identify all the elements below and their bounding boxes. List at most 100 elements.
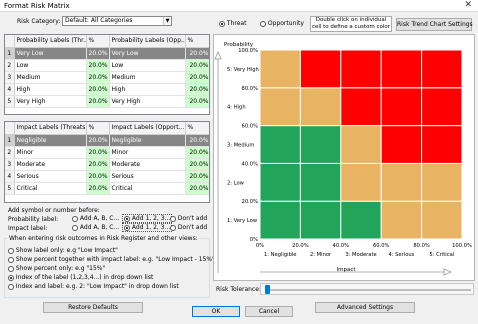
opportunity-percent-cell[interactable]: 20.0%	[185, 83, 209, 96]
opportunity-label-cell[interactable]: Negligible	[109, 134, 186, 147]
opportunity-percent-cell[interactable]: 20.0%	[185, 182, 209, 195]
matrix-cell[interactable]	[299, 49, 342, 89]
threat-label-cell[interactable]: Moderate	[14, 158, 87, 171]
table-row[interactable]: 3 Medium 20.0% Medium 20.0%	[5, 71, 209, 84]
radio-button[interactable]	[124, 215, 130, 222]
probability-add-letters-option[interactable]: Add A, B, C...	[72, 215, 119, 222]
matrix-cell[interactable]	[421, 49, 463, 89]
opportunity-radio[interactable]: Opportunity	[260, 20, 304, 27]
column-header[interactable]: %	[185, 35, 209, 48]
impact-add-letters-option[interactable]: Add A, B, C...	[72, 224, 119, 231]
threat-percent-cell[interactable]: 20.0%	[86, 170, 110, 183]
matrix-cell[interactable]	[299, 87, 342, 127]
risk-trend-chart-settings-button[interactable]: Risk Trend Chart Settings	[396, 18, 473, 31]
impact-add-numbers-option[interactable]: Add 1, 2, 3...	[122, 223, 173, 232]
matrix-cell[interactable]	[421, 162, 463, 202]
radio-button[interactable]	[8, 283, 14, 290]
threat-percent-cell[interactable]: 20.0%	[86, 158, 110, 171]
threat-percent-cell[interactable]: 20.0%	[86, 59, 110, 72]
radio-button[interactable]	[8, 274, 14, 281]
outcome-option[interactable]: Show percent together with impact label:…	[8, 256, 215, 263]
matrix-cell[interactable]	[380, 200, 423, 240]
opportunity-label-cell[interactable]: Serious	[109, 170, 186, 183]
radio-button[interactable]	[8, 265, 14, 272]
outcome-option[interactable]: Show percent only: e.g "15%"	[8, 265, 105, 272]
threat-radio-button[interactable]	[219, 20, 225, 27]
matrix-cell[interactable]	[299, 162, 342, 202]
threat-percent-cell[interactable]: 20.0%	[86, 146, 110, 159]
radio-button[interactable]	[8, 247, 14, 254]
matrix-cell[interactable]	[259, 87, 301, 127]
matrix-cell[interactable]	[340, 87, 382, 127]
threat-label-cell[interactable]: Low	[14, 59, 87, 72]
table-row[interactable]: 2 Low 20.0% Low 20.0%	[5, 59, 209, 72]
opportunity-percent-cell[interactable]: 20.0%	[185, 146, 209, 159]
opportunity-label-cell[interactable]: Moderate	[109, 158, 186, 171]
risk-tolerance-slider[interactable]	[260, 283, 474, 295]
matrix-cell[interactable]	[259, 49, 301, 89]
threat-percent-cell[interactable]: 20.0%	[86, 47, 110, 60]
opportunity-label-cell[interactable]: Medium	[109, 71, 186, 84]
table-row[interactable]: 5 Critical 20.0% Critical 20.0%	[5, 182, 209, 195]
opportunity-percent-cell[interactable]: 20.0%	[185, 95, 209, 108]
table-row[interactable]: 4 Serious 20.0% Serious 20.0%	[5, 170, 209, 183]
radio-button[interactable]	[72, 215, 78, 222]
risk-category-select[interactable]: Default: All Categories ▼	[62, 16, 172, 26]
threat-percent-cell[interactable]: 20.0%	[86, 134, 110, 147]
matrix-cell[interactable]	[340, 162, 382, 202]
opportunity-label-cell[interactable]: Very High	[109, 95, 186, 108]
opportunity-label-cell[interactable]: Critical	[109, 182, 186, 195]
matrix-cell[interactable]	[340, 49, 382, 89]
table-row[interactable]: 1 Negligible 20.0% Negligible 20.0%	[5, 134, 209, 147]
threat-percent-cell[interactable]: 20.0%	[86, 182, 110, 195]
cancel-button[interactable]: Cancel	[245, 306, 293, 317]
column-header[interactable]: %	[185, 122, 209, 135]
column-header[interactable]: Probability Labels (Thr...	[14, 35, 87, 48]
column-header[interactable]: %	[86, 122, 110, 135]
column-header[interactable]: %	[86, 35, 110, 48]
probability-dont-add-option[interactable]: Don't add	[170, 215, 207, 222]
opportunity-radio-button[interactable]	[260, 20, 266, 27]
threat-label-cell[interactable]: Medium	[14, 71, 87, 84]
threat-label-cell[interactable]: High	[14, 83, 87, 96]
threat-percent-cell[interactable]: 20.0%	[86, 83, 110, 96]
opportunity-label-cell[interactable]: Low	[109, 59, 186, 72]
table-row[interactable]: 4 High 20.0% High 20.0%	[5, 83, 209, 96]
opportunity-percent-cell[interactable]: 20.0%	[185, 158, 209, 171]
restore-defaults-button[interactable]: Restore Defaults	[43, 302, 143, 313]
table-row[interactable]: 3 Moderate 20.0% Moderate 20.0%	[5, 158, 209, 171]
matrix-cell[interactable]	[299, 200, 342, 240]
matrix-cell[interactable]	[340, 200, 382, 240]
matrix-cell[interactable]	[259, 162, 301, 202]
matrix-cell[interactable]	[380, 125, 423, 164]
threat-percent-cell[interactable]: 20.0%	[86, 71, 110, 84]
threat-label-cell[interactable]: Critical	[14, 182, 87, 195]
table-row[interactable]: 5 Very High 20.0% Very High 20.0%	[5, 95, 209, 108]
radio-button[interactable]	[170, 215, 176, 222]
outcome-option[interactable]: Show label only: e.g "Low Impact"	[8, 247, 118, 254]
threat-label-cell[interactable]: Minor	[14, 146, 87, 159]
opportunity-percent-cell[interactable]: 20.0%	[185, 170, 209, 183]
threat-radio[interactable]: Threat	[219, 20, 246, 27]
matrix-cell[interactable]	[340, 125, 382, 164]
column-header[interactable]: Impact Labels (Opport...	[109, 122, 186, 135]
opportunity-percent-cell[interactable]: 20.0%	[185, 47, 209, 60]
matrix-cell[interactable]	[259, 125, 301, 164]
column-header[interactable]: Probability Labels (Opp...	[109, 35, 186, 48]
matrix-cell[interactable]	[421, 87, 463, 127]
threat-percent-cell[interactable]: 20.0%	[86, 95, 110, 108]
matrix-cell[interactable]	[421, 125, 463, 164]
radio-button[interactable]	[170, 224, 176, 231]
matrix-cell[interactable]	[299, 125, 342, 164]
chevron-down-icon[interactable]: ▼	[163, 17, 171, 25]
opportunity-label-cell[interactable]: Very Low	[109, 47, 186, 60]
close-icon[interactable]: ✕	[464, 0, 472, 10]
opportunity-percent-cell[interactable]: 20.0%	[185, 59, 209, 72]
threat-label-cell[interactable]: Very High	[14, 95, 87, 108]
matrix-cell[interactable]	[380, 87, 423, 127]
matrix-cell[interactable]	[380, 49, 423, 89]
probability-add-numbers-option[interactable]: Add 1, 2, 3...	[122, 214, 173, 223]
radio-button[interactable]	[8, 256, 14, 263]
slider-thumb[interactable]	[265, 285, 270, 294]
table-row[interactable]: 2 Minor 20.0% Minor 20.0%	[5, 146, 209, 159]
